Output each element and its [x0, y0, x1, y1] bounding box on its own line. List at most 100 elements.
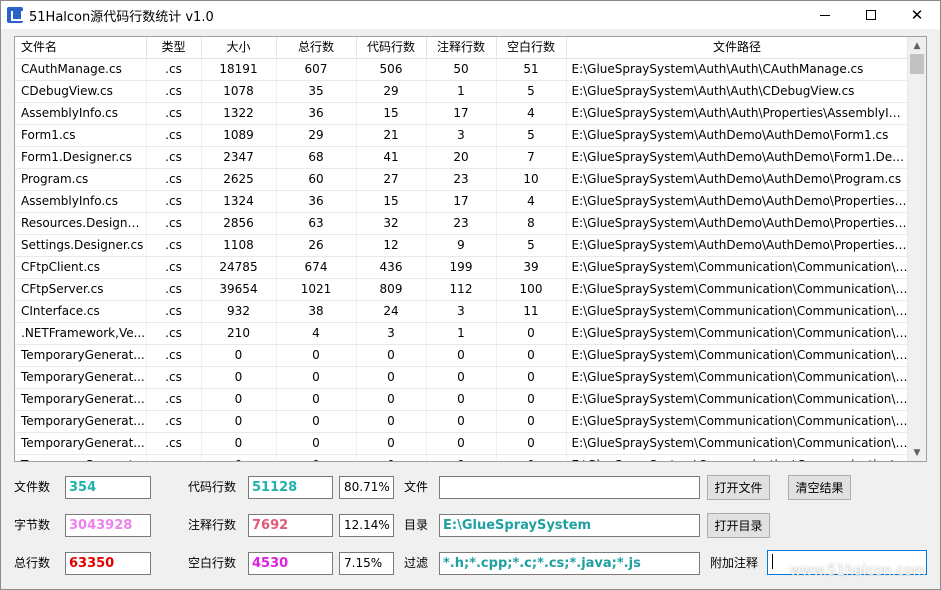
table-row[interactable]: Settings.Designer.cs .cs 1108 26 12 9 5 E:\Glue… — [15, 234, 909, 257]
type-cell: .cs — [146, 366, 202, 389]
total-lines-cell: 0 — [276, 432, 357, 455]
clear-results-button[interactable]: 清空结果 — [788, 475, 851, 500]
type-cell: .cs — [146, 80, 202, 103]
total-lines-cell: 0 — [276, 366, 357, 389]
maximize-button[interactable] — [848, 1, 894, 29]
column-header-size[interactable]: 大小 — [201, 37, 277, 59]
scroll-down-icon[interactable]: ▼ — [908, 444, 926, 461]
type-cell: .cs — [146, 454, 202, 461]
open-file-button[interactable]: 打开文件 — [707, 475, 770, 500]
table-row[interactable]: TemporaryGenerat....cs00000E:\GlueSprayS… — [15, 344, 909, 367]
extra-comment-label: 附加注释 — [710, 556, 759, 570]
filter-input[interactable]: *.h;*.cpp;*.c;*.cs;*.java;*.js — [439, 552, 700, 575]
blank-lines-cell: 0 — [496, 388, 567, 411]
table-row[interactable]: CFtpServer.cs .cs 39654 1021 809 112 100 E:\Glu… — [15, 278, 909, 301]
type-cell: .cs — [146, 124, 202, 147]
file-name-cell: CAuthManage.cs — [15, 58, 147, 81]
size-cell: 0 — [201, 366, 277, 389]
blank-lines-cell: 7 — [496, 146, 567, 169]
comment-lines-value: 7692 — [248, 514, 333, 537]
table-row[interactable]: CDebugView.cs .cs 1078 35 29 1 5 E:\GlueSpraySy… — [15, 80, 909, 103]
directory-label: 目录 — [404, 518, 429, 532]
column-header-total-lines[interactable]: 总行数 — [276, 37, 357, 59]
file-count-value: 354 — [65, 476, 151, 499]
file-path-cell: E:\GlueSpraySystem\Communication\Communi… — [566, 322, 909, 345]
minimize-button[interactable] — [802, 1, 848, 29]
file-path-cell: E:\GlueSpraySystem\Auth\Auth\CDebugView.… — [566, 80, 909, 103]
column-header-file-name[interactable]: 文件名 — [15, 37, 147, 59]
file-path-cell: E:\GlueSpraySystem\Communication\Communi… — [566, 344, 909, 367]
table-row[interactable]: CAuthManage.cs .cs 18191 607 506 50 51 E:\GlueS… — [15, 58, 909, 81]
column-header-comment-lines[interactable]: 注释行数 — [426, 37, 497, 59]
comment-lines-cell: 0 — [426, 366, 497, 389]
type-cell: .cs — [146, 146, 202, 169]
file-input[interactable] — [439, 476, 700, 499]
table-row[interactable]: Resources.Designe... .cs 2856 63 32 23 8 E:\Glu… — [15, 212, 909, 235]
file-path-cell: E:\GlueSpraySystem\AuthDemo\AuthDemo\Pro… — [566, 212, 909, 235]
table-row[interactable]: TemporaryGenerat....cs00000E:\GlueSprayS… — [15, 366, 909, 389]
file-path-cell: E:\GlueSpraySystem\Communication\Communi… — [566, 300, 909, 323]
vertical-scrollbar[interactable]: ▲ ▼ — [907, 37, 926, 461]
file-name-cell: CFtpServer.cs — [15, 278, 147, 301]
table-row[interactable]: Form1.Designer.cs .cs 2347 68 41 20 7 E:\GlueSp… — [15, 146, 909, 169]
watermark: www.51halcon.com — [789, 563, 926, 579]
comment-lines-cell: 1 — [426, 80, 497, 103]
results-grid[interactable]: 文件名 类型 大小 总行数 代码行数 注释行数 空白行数 文件路径 CAuthM… — [14, 36, 927, 462]
blank-lines-cell: 39 — [496, 256, 567, 279]
type-cell: .cs — [146, 300, 202, 323]
app-icon — [7, 7, 23, 23]
code-lines-cell: 0 — [356, 454, 427, 461]
table-row[interactable]: .NETFramework,Ve... .cs 210 4 3 1 0 E:\GlueSpra… — [15, 322, 909, 345]
code-lines-cell: 41 — [356, 146, 427, 169]
code-lines-cell: 0 — [356, 344, 427, 367]
file-name-cell: TemporaryGenerat... — [15, 410, 147, 433]
file-path-cell: E:\GlueSpraySystem\AuthDemo\AuthDemo\Pro… — [566, 168, 909, 191]
column-header-type[interactable]: 类型 — [146, 37, 202, 59]
file-name-cell: TemporaryGenerat... — [15, 454, 147, 461]
table-row[interactable]: CInterface.cs .cs 932 38 24 3 11 E:\GlueSpraySy… — [15, 300, 909, 323]
table-row[interactable]: AssemblyInfo.cs .cs 1324 36 15 17 4 E:\GlueSpra… — [15, 190, 909, 213]
total-lines-cell: 0 — [276, 454, 357, 461]
code-lines-cell: 15 — [356, 190, 427, 213]
column-header-file-path[interactable]: 文件路径 — [566, 37, 909, 59]
file-path-cell: E:\GlueSpraySystem\AuthDemo\AuthDemo\For… — [566, 146, 909, 169]
table-row[interactable]: Form1.cs .cs 1089 29 21 3 5 E:\GlueSpraySystem\… — [15, 124, 909, 147]
blank-lines-cell: 0 — [496, 322, 567, 345]
code-lines-cell: 24 — [356, 300, 427, 323]
table-row[interactable]: AssemblyInfo.cs .cs 1322 36 15 17 4 E:\GlueSpra… — [15, 102, 909, 125]
size-cell: 1108 — [201, 234, 277, 257]
open-directory-button[interactable]: 打开目录 — [707, 513, 770, 538]
comment-lines-cell: 9 — [426, 234, 497, 257]
comment-lines-cell: 0 — [426, 344, 497, 367]
table-row[interactable]: TemporaryGenerat....cs00000E:\GlueSprayS… — [15, 454, 909, 461]
type-cell: .cs — [146, 322, 202, 345]
code-lines-cell: 436 — [356, 256, 427, 279]
table-row[interactable]: CFtpClient.cs .cs 24785 674 436 199 39 E:\GlueS… — [15, 256, 909, 279]
table-row[interactable]: TemporaryGenerat....cs00000E:\GlueSprayS… — [15, 388, 909, 411]
file-name-cell: CFtpClient.cs — [15, 256, 147, 279]
directory-input[interactable]: E:\GlueSpraySystem — [439, 514, 700, 537]
type-cell: .cs — [146, 190, 202, 213]
results-table: 文件名 类型 大小 总行数 代码行数 注释行数 空白行数 文件路径 CAuthM… — [15, 37, 909, 461]
table-row[interactable]: TemporaryGenerat....cs00000E:\GlueSprayS… — [15, 410, 909, 433]
column-header-blank-lines[interactable]: 空白行数 — [496, 37, 567, 59]
comment-lines-cell: 23 — [426, 168, 497, 191]
file-name-cell: TemporaryGenerat... — [15, 432, 147, 455]
blank-lines-cell: 11 — [496, 300, 567, 323]
comment-lines-cell: 17 — [426, 102, 497, 125]
file-name-cell: .NETFramework,Ve... — [15, 322, 147, 345]
type-cell: .cs — [146, 432, 202, 455]
type-cell: .cs — [146, 344, 202, 367]
table-row[interactable]: TemporaryGenerat....cs00000E:\GlueSprayS… — [15, 432, 909, 455]
scroll-up-icon[interactable]: ▲ — [908, 37, 926, 54]
window-controls: ✕ — [802, 1, 940, 29]
scroll-thumb[interactable] — [910, 54, 924, 74]
table-row[interactable]: Program.cs .cs 2625 60 27 23 10 E:\GlueSpraySys… — [15, 168, 909, 191]
file-path-cell: E:\GlueSpraySystem\Communication\Communi… — [566, 388, 909, 411]
title-bar[interactable]: 51Halcon源代码行数统计 v1.0 ✕ — [1, 1, 940, 29]
size-cell: 2625 — [201, 168, 277, 191]
blank-lines-cell: 51 — [496, 58, 567, 81]
column-header-code-lines[interactable]: 代码行数 — [356, 37, 427, 59]
type-cell: .cs — [146, 388, 202, 411]
close-button[interactable]: ✕ — [894, 1, 940, 29]
